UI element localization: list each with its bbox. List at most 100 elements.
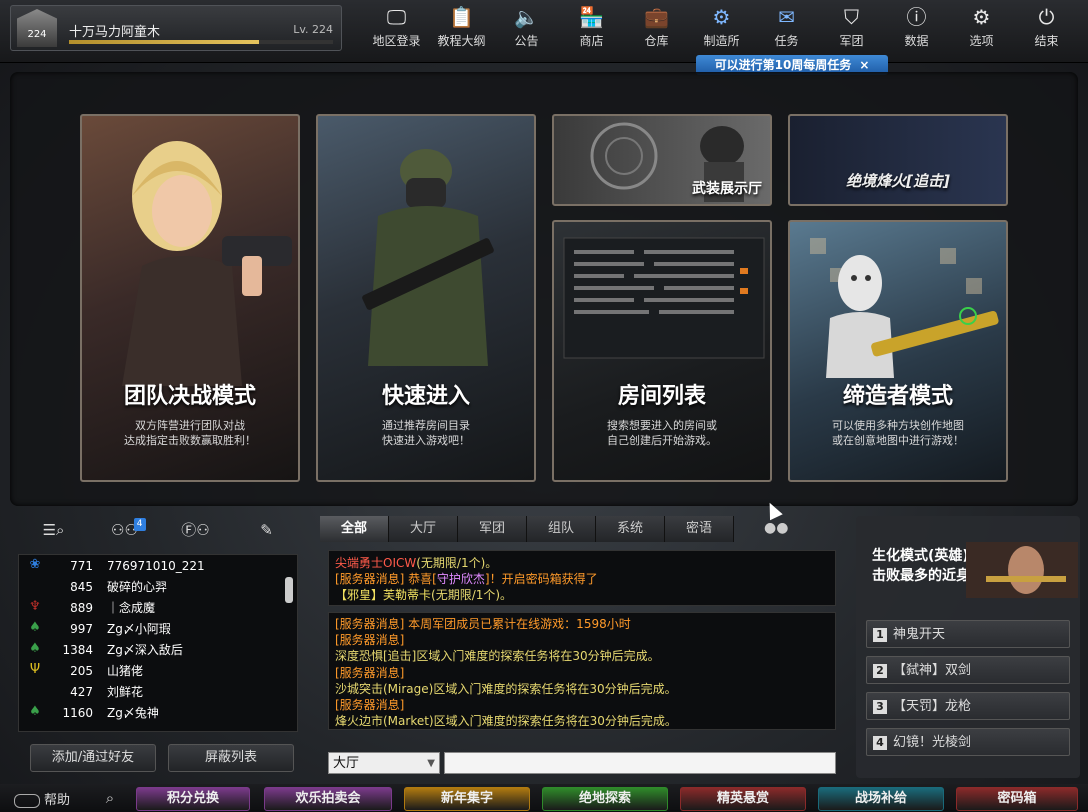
menu-item-4[interactable]: 💼 仓库 xyxy=(624,2,689,54)
menu-item-7[interactable]: ⛉ 军团 xyxy=(819,2,884,54)
xp-fill xyxy=(69,40,260,44)
friend-row[interactable]: Ψ 205 山猪佬 xyxy=(19,660,297,681)
friend-list-tab[interactable]: ☰⌕ xyxy=(29,518,79,542)
close-icon[interactable]: × xyxy=(859,58,869,72)
room-list-title: 房间列表 xyxy=(617,384,706,409)
ranking-item[interactable]: 3 【天罚】龙枪 xyxy=(866,692,1070,720)
menu-item-8[interactable]: ⓘ 数据 xyxy=(884,2,949,54)
menu-item-label: 商店 xyxy=(579,34,604,48)
online-friends-tab[interactable]: ⚇⚇ 4 xyxy=(100,518,150,542)
friend-row[interactable]: ♠ 1160 Zg〆兔神 xyxy=(19,702,297,723)
player-name: 十万马力阿童木 xyxy=(69,25,161,40)
creator-mode-title: 缔造者模式 xyxy=(842,384,953,409)
female-soldier-art xyxy=(122,141,292,386)
weapon-name: 神鬼开天 xyxy=(893,627,946,642)
friend-row[interactable]: 427 刘鲜花 xyxy=(19,681,297,702)
friend-list-scrollbar[interactable] xyxy=(285,561,293,725)
blank-icon xyxy=(25,683,45,701)
flame-icon: ♠ xyxy=(29,703,41,719)
task-icon: ✉ xyxy=(778,5,795,29)
friend-list[interactable]: ❀ 771 776971010_221 845 破碎的心羿 ♆ 889 ｜念成魔 ♠ 997 Zg〆… xyxy=(18,554,298,732)
event-button-0[interactable]: 积分兑换 xyxy=(136,787,250,811)
event-button-3[interactable]: 绝地探索 xyxy=(542,787,668,811)
chat-segment: (无期限/1个)。 xyxy=(431,588,513,602)
event-button-4[interactable]: 精英悬赏 xyxy=(680,787,806,811)
friend-row[interactable]: 845 破碎的心羿 xyxy=(19,576,297,597)
pursuit-title: 绝境烽火[追击] xyxy=(846,172,950,190)
weapon-name: 幻镜！光棱剑 xyxy=(893,735,972,750)
chat-message-box[interactable]: [服务器消息] 本周军团成员已累计在线游戏：1598小时 [服务器消息] 深度恐惧[… xyxy=(328,612,836,730)
chat-segment: (无期限/1个)。 xyxy=(416,556,498,570)
friend-level: 889 xyxy=(70,600,93,615)
notice-text: 可以进行第10周每周任务 xyxy=(714,58,852,72)
top-bar: 224 十万马力阿童木 Lv. 224 🖵 地区登录 📋 教程大纲 🔈 公告 🏪 商店 💼 仓库 ⚙… xyxy=(0,0,1088,63)
menu-item-5[interactable]: ⚙ 制造所 xyxy=(689,2,754,54)
help-toggle[interactable]: 帮助 xyxy=(14,789,70,808)
armory-card[interactable]: 武装展示厅 xyxy=(552,114,772,206)
menu-item-1[interactable]: 📋 教程大纲 xyxy=(429,2,494,54)
menu-item-label: 数据 xyxy=(904,34,929,48)
chat-tab-4[interactable]: 系统 xyxy=(596,516,665,542)
add-friend-button[interactable]: 添加/通过好友 xyxy=(30,744,156,772)
friend-level: 205 xyxy=(70,663,93,678)
player-profile[interactable]: 224 十万马力阿童木 Lv. 224 xyxy=(10,5,342,51)
event-button-2[interactable]: 新年集字 xyxy=(404,787,530,811)
channel-select[interactable]: 大厅 ▼ xyxy=(328,752,440,774)
chat-message: 烽火边市(Market)区域入门难度的探索任务将在30分钟后完成。 xyxy=(335,714,677,729)
chat-tab-1[interactable]: 大厅 xyxy=(389,516,458,542)
ranking-item[interactable]: 4 幻镜！光棱剑 xyxy=(866,728,1070,756)
menu-item-0[interactable]: 🖵 地区登录 xyxy=(364,2,429,54)
emoji-icon[interactable]: ●● xyxy=(764,520,788,536)
event-button-5[interactable]: 战场补给 xyxy=(818,787,944,811)
pursuit-mode-card[interactable]: 绝境烽火[追击] xyxy=(788,114,1008,206)
menu-item-label: 任务 xyxy=(774,34,799,48)
friend-level: 1384 xyxy=(62,642,93,657)
friend-row[interactable]: ❀ 771 776971010_221 xyxy=(19,555,297,576)
team-mode-title: 团队决战模式 xyxy=(123,384,256,409)
menu-item-9[interactable]: ⚙ 选项 xyxy=(949,2,1014,54)
chat-highlight-box: 尖端勇士OICW(无期限/1个)。 [服务器消息] 恭喜[守护欣杰]！开启密码箱获… xyxy=(328,550,836,606)
compose-tab[interactable]: ✎ xyxy=(242,518,292,542)
chat-segment: 【邪皇】芙勒蒂卡 xyxy=(335,588,432,602)
creator-mode-desc-2: 或在创意地图中进行游戏！ xyxy=(832,434,964,447)
chat-input[interactable] xyxy=(444,752,836,774)
monitor-icon: 🖵 xyxy=(386,5,407,29)
menu-item-2[interactable]: 🔈 公告 xyxy=(494,2,559,54)
chat-line: 【邪皇】芙勒蒂卡(无期限/1个)。 xyxy=(335,587,829,603)
block-list-button[interactable]: 屏蔽列表 xyxy=(168,744,294,772)
creator-mode-card[interactable]: 缔造者模式 可以使用多种方块创作地图 或在创意地图中进行游戏！ xyxy=(788,220,1008,482)
chat-tab-0[interactable]: 全部 xyxy=(320,516,389,542)
chat-panel: 全部 大厅 军团 组队 系统 密语 ●● 尖端勇士OICW(无期限/1个)。 [服务器消息]… xyxy=(320,516,850,778)
armory-title: 武装展示厅 xyxy=(692,181,762,197)
chat-segment: ]！开启密码箱获得了 xyxy=(484,572,598,586)
team-battle-mode-card[interactable]: 团队决战模式 双方阵营进行团队对战 达成指定击败数赢取胜利！ xyxy=(80,114,300,482)
blank-icon xyxy=(25,578,45,596)
scrollbar-thumb[interactable] xyxy=(285,577,293,603)
menu-item-10[interactable]: ⏻ 结束 xyxy=(1014,2,1079,54)
menu-item-6[interactable]: ✉ 任务 xyxy=(754,2,819,54)
friend-name: ｜念成魔 xyxy=(107,601,156,615)
rank-number: 2 xyxy=(873,663,887,678)
top-menu: 🖵 地区登录 📋 教程大纲 🔈 公告 🏪 商店 💼 仓库 ⚙ 制造所 ✉ 任务 ⛉ 军团 ⓘ 数据 ⚙ 选项 ⏻ 结束 xyxy=(364,2,1079,54)
friend-row[interactable]: ♆ 889 ｜念成魔 xyxy=(19,597,297,618)
ranking-item[interactable]: 1 神鬼开天 xyxy=(866,620,1070,648)
search-icon[interactable]: ⌕ xyxy=(98,788,122,808)
menu-item-label: 仓库 xyxy=(644,34,669,48)
ranking-item[interactable]: 2 【弑神】双剑 xyxy=(866,656,1070,684)
room-list-card[interactable]: 房间列表 搜索想要进入的房间或 自己创建后开始游戏。 xyxy=(552,220,772,482)
menu-item-3[interactable]: 🏪 商店 xyxy=(559,2,624,54)
friend-row[interactable]: ♠ 997 Zg〆小阿瑕 xyxy=(19,618,297,639)
event-button-1[interactable]: 欢乐拍卖会 xyxy=(264,787,392,811)
chat-tab-5[interactable]: 密语 xyxy=(665,516,734,542)
chat-line: 尖端勇士OICW(无期限/1个)。 xyxy=(335,555,829,571)
soldier-art xyxy=(362,149,494,366)
quick-join-card[interactable]: 快速进入 通过推荐房间目录 快速进入游戏吧！ xyxy=(316,114,536,482)
chat-tab-2[interactable]: 军团 xyxy=(458,516,527,542)
friend-row[interactable]: ♠ 1384 Zg〆深入敌后 xyxy=(19,639,297,660)
menu-item-label: 选项 xyxy=(969,34,994,48)
event-button-6[interactable]: 密码箱 xyxy=(956,787,1078,811)
chat-tab-3[interactable]: 组队 xyxy=(527,516,596,542)
chat-segment: [服务器消息] 恭喜[ xyxy=(335,572,437,586)
clan-members-tab[interactable]: Ⓕ⚇ xyxy=(171,518,221,542)
friend-name: Zg〆兔神 xyxy=(107,706,159,720)
